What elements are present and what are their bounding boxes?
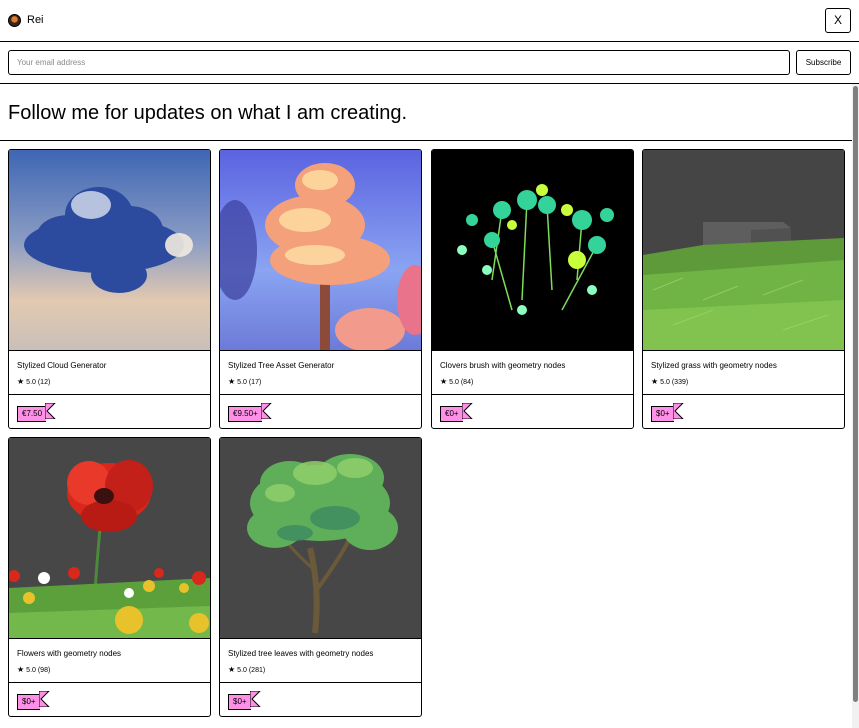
rating-text: 5.0 (98)	[26, 667, 51, 674]
product-thumbnail-poppy[interactable]	[9, 438, 210, 639]
page-title: Follow me for updates on what I am creat…	[8, 102, 408, 124]
product-card[interactable]: Stylized grass with geometry nodes ★ 5.0 …	[642, 149, 845, 429]
price-tag-flag-icon	[45, 403, 56, 419]
subscribe-button[interactable]: Subscribe	[796, 50, 851, 75]
price-tag: €9.50+	[228, 403, 272, 422]
scrollbar-thumb[interactable]	[853, 86, 858, 702]
price-tag: €0+	[440, 403, 473, 422]
product-title[interactable]: Flowers with geometry nodes	[17, 649, 121, 659]
product-rating: ★ 5.0 (281)	[228, 665, 265, 675]
price-tag-flag-icon	[249, 691, 261, 707]
price-tag: $0+	[651, 403, 684, 422]
product-rating: ★ 5.0 (98)	[17, 665, 50, 675]
product-title[interactable]: Stylized grass with geometry nodes	[651, 361, 777, 371]
divider	[432, 394, 633, 395]
divider	[220, 682, 421, 683]
star-icon: ★	[17, 665, 25, 674]
product-thumbnail-cloud[interactable]	[9, 150, 210, 351]
product-title[interactable]: Stylized Cloud Generator	[17, 361, 106, 371]
product-title[interactable]: Clovers brush with geometry nodes	[440, 361, 565, 371]
creator-name[interactable]: Rei	[27, 14, 44, 27]
price-tag-flag-icon	[461, 403, 473, 419]
product-rating: ★ 5.0 (12)	[17, 377, 50, 387]
price-label: $0+	[228, 694, 251, 710]
star-icon: ★	[17, 377, 25, 386]
star-icon: ★	[651, 377, 659, 386]
product-rating: ★ 5.0 (339)	[651, 377, 688, 387]
rating-text: 5.0 (12)	[26, 379, 51, 386]
product-card[interactable]: Flowers with geometry nodes ★ 5.0 (98) $0…	[8, 437, 211, 717]
divider	[0, 140, 852, 141]
rating-text: 5.0 (84)	[449, 379, 474, 386]
price-tag-flag-icon	[260, 403, 272, 419]
divider	[9, 682, 210, 683]
creator-avatar[interactable]	[8, 14, 21, 27]
scrollbar[interactable]	[852, 84, 859, 728]
price-label: $0+	[17, 694, 40, 710]
product-title[interactable]: Stylized tree leaves with geometry nodes	[228, 649, 373, 659]
content-area: Follow me for updates on what I am creat…	[0, 84, 859, 728]
price-tag: €7.50	[17, 403, 56, 422]
divider	[9, 394, 210, 395]
product-thumbnail-clovers[interactable]	[432, 150, 633, 351]
price-label: €0+	[440, 406, 463, 422]
star-icon: ★	[228, 665, 236, 674]
product-thumbnail-tree[interactable]	[220, 150, 421, 351]
product-rating: ★ 5.0 (84)	[440, 377, 473, 387]
price-tag-flag-icon	[38, 691, 50, 707]
product-rating: ★ 5.0 (17)	[228, 377, 261, 387]
rating-text: 5.0 (17)	[237, 379, 262, 386]
rating-text: 5.0 (339)	[660, 379, 689, 386]
price-label: $0+	[651, 406, 674, 422]
divider	[643, 394, 844, 395]
product-card[interactable]: Stylized Tree Asset Generator ★ 5.0 (17) …	[219, 149, 422, 429]
top-bar: Rei X	[0, 0, 859, 42]
product-card[interactable]: Stylized tree leaves with geometry nodes…	[219, 437, 422, 717]
product-title[interactable]: Stylized Tree Asset Generator	[228, 361, 334, 371]
product-thumbnail-green-tree[interactable]	[220, 438, 421, 639]
rating-text: 5.0 (281)	[237, 667, 266, 674]
price-tag: $0+	[17, 691, 50, 710]
subscribe-bar: Subscribe	[0, 42, 859, 84]
email-field[interactable]	[8, 50, 790, 75]
price-label: €7.50	[17, 406, 47, 422]
price-label: €9.50+	[228, 406, 262, 422]
price-tag-flag-icon	[672, 403, 684, 419]
star-icon: ★	[228, 377, 236, 386]
price-tag: $0+	[228, 691, 261, 710]
star-icon: ★	[440, 377, 448, 386]
product-thumbnail-grass[interactable]	[643, 150, 844, 351]
divider	[220, 394, 421, 395]
product-card[interactable]: Stylized Cloud Generator ★ 5.0 (12) €7.50	[8, 149, 211, 429]
product-card[interactable]: Clovers brush with geometry nodes ★ 5.0 (…	[431, 149, 634, 429]
close-button[interactable]: X	[825, 8, 851, 33]
